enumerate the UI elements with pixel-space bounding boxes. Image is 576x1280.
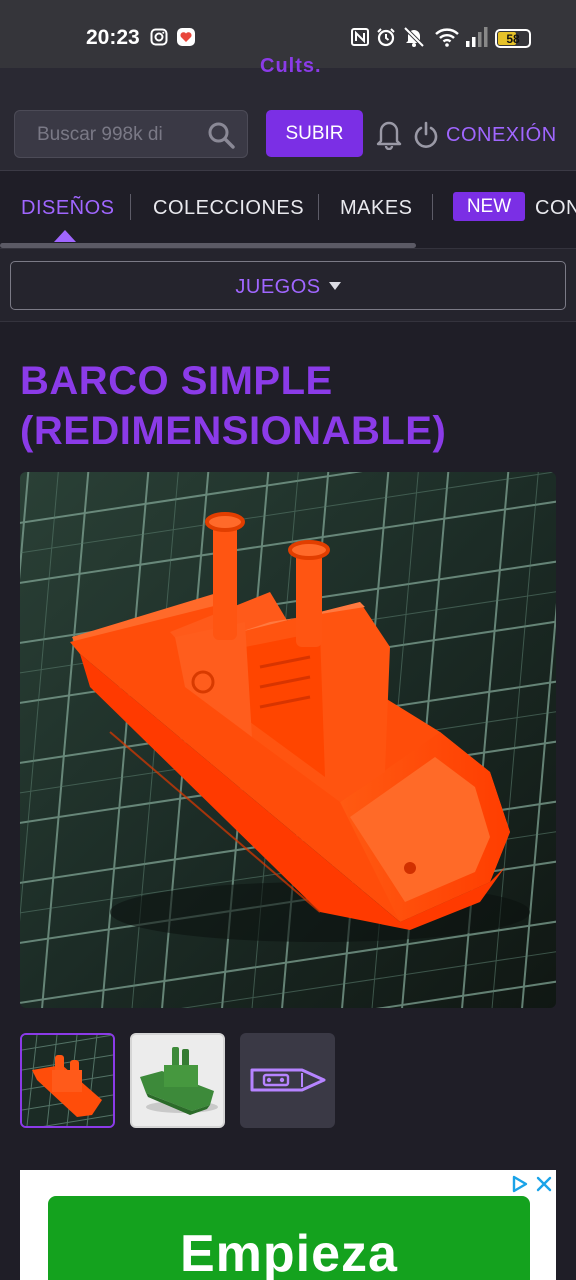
tab-divider: [318, 194, 319, 220]
login-link[interactable]: CONEXIÓN: [446, 124, 557, 147]
tab-divider: [130, 194, 131, 220]
orange-boat-photo: [20, 472, 556, 1008]
adchoices-icon[interactable]: [510, 1174, 530, 1194]
upload-button[interactable]: SUBIR: [266, 110, 363, 157]
section-tabs: DISEÑOS COLECCIONES MAKES NEW CON: [0, 170, 576, 248]
orange-boat-thumbnail: [22, 1035, 113, 1126]
category-value: JUEGOS: [235, 276, 321, 298]
advertisement[interactable]: Empieza: [20, 1170, 556, 1280]
thumbnail-2[interactable]: [130, 1033, 225, 1128]
new-badge[interactable]: NEW: [453, 192, 525, 221]
status-time: 20:23: [86, 26, 140, 49]
tab-contests[interactable]: CON: [535, 197, 576, 220]
active-tab-caret: [54, 230, 76, 242]
mute-icon: [403, 26, 425, 48]
thumbnail-3[interactable]: [240, 1033, 335, 1128]
search-input[interactable]: Buscar 998k di: [37, 124, 187, 146]
category-bar: JUEGOS: [0, 248, 576, 322]
tab-collections[interactable]: COLECCIONES: [153, 197, 304, 220]
design-title: BARCO SIMPLE (REDIMENSIONABLE): [20, 359, 447, 453]
heart-app-icon: [177, 28, 195, 46]
ad-cta-button[interactable]: Empieza: [48, 1196, 530, 1280]
alarm-icon: [377, 28, 395, 47]
design-main-image[interactable]: [20, 472, 556, 1008]
ad-cta-text: Empieza: [180, 1225, 398, 1280]
instagram-icon: [150, 28, 168, 46]
signal-icon: [466, 27, 488, 47]
wifi-icon: [435, 28, 459, 47]
nfc-icon: [351, 28, 369, 46]
tab-designs[interactable]: DISEÑOS: [21, 197, 115, 220]
site-logo[interactable]: Cults.: [260, 55, 322, 78]
power-icon[interactable]: [413, 121, 439, 149]
close-ad-icon[interactable]: [534, 1174, 554, 1194]
green-boat-thumbnail: [132, 1035, 223, 1126]
tab-makes[interactable]: MAKES: [340, 197, 413, 220]
category-dropdown[interactable]: JUEGOS: [10, 261, 566, 310]
bell-icon[interactable]: [375, 118, 403, 150]
battery-icon: 58: [495, 29, 531, 48]
battery-level: 58: [506, 32, 520, 46]
category-label: JUEGOS: [11, 276, 565, 299]
search-icon[interactable]: [207, 121, 235, 149]
search-box[interactable]: Buscar 998k di: [14, 110, 248, 158]
boat-blueprint-icon: [250, 1068, 326, 1092]
tab-divider: [432, 194, 433, 220]
dropdown-arrow-icon: [328, 282, 341, 290]
thumbnail-1[interactable]: [20, 1033, 115, 1128]
